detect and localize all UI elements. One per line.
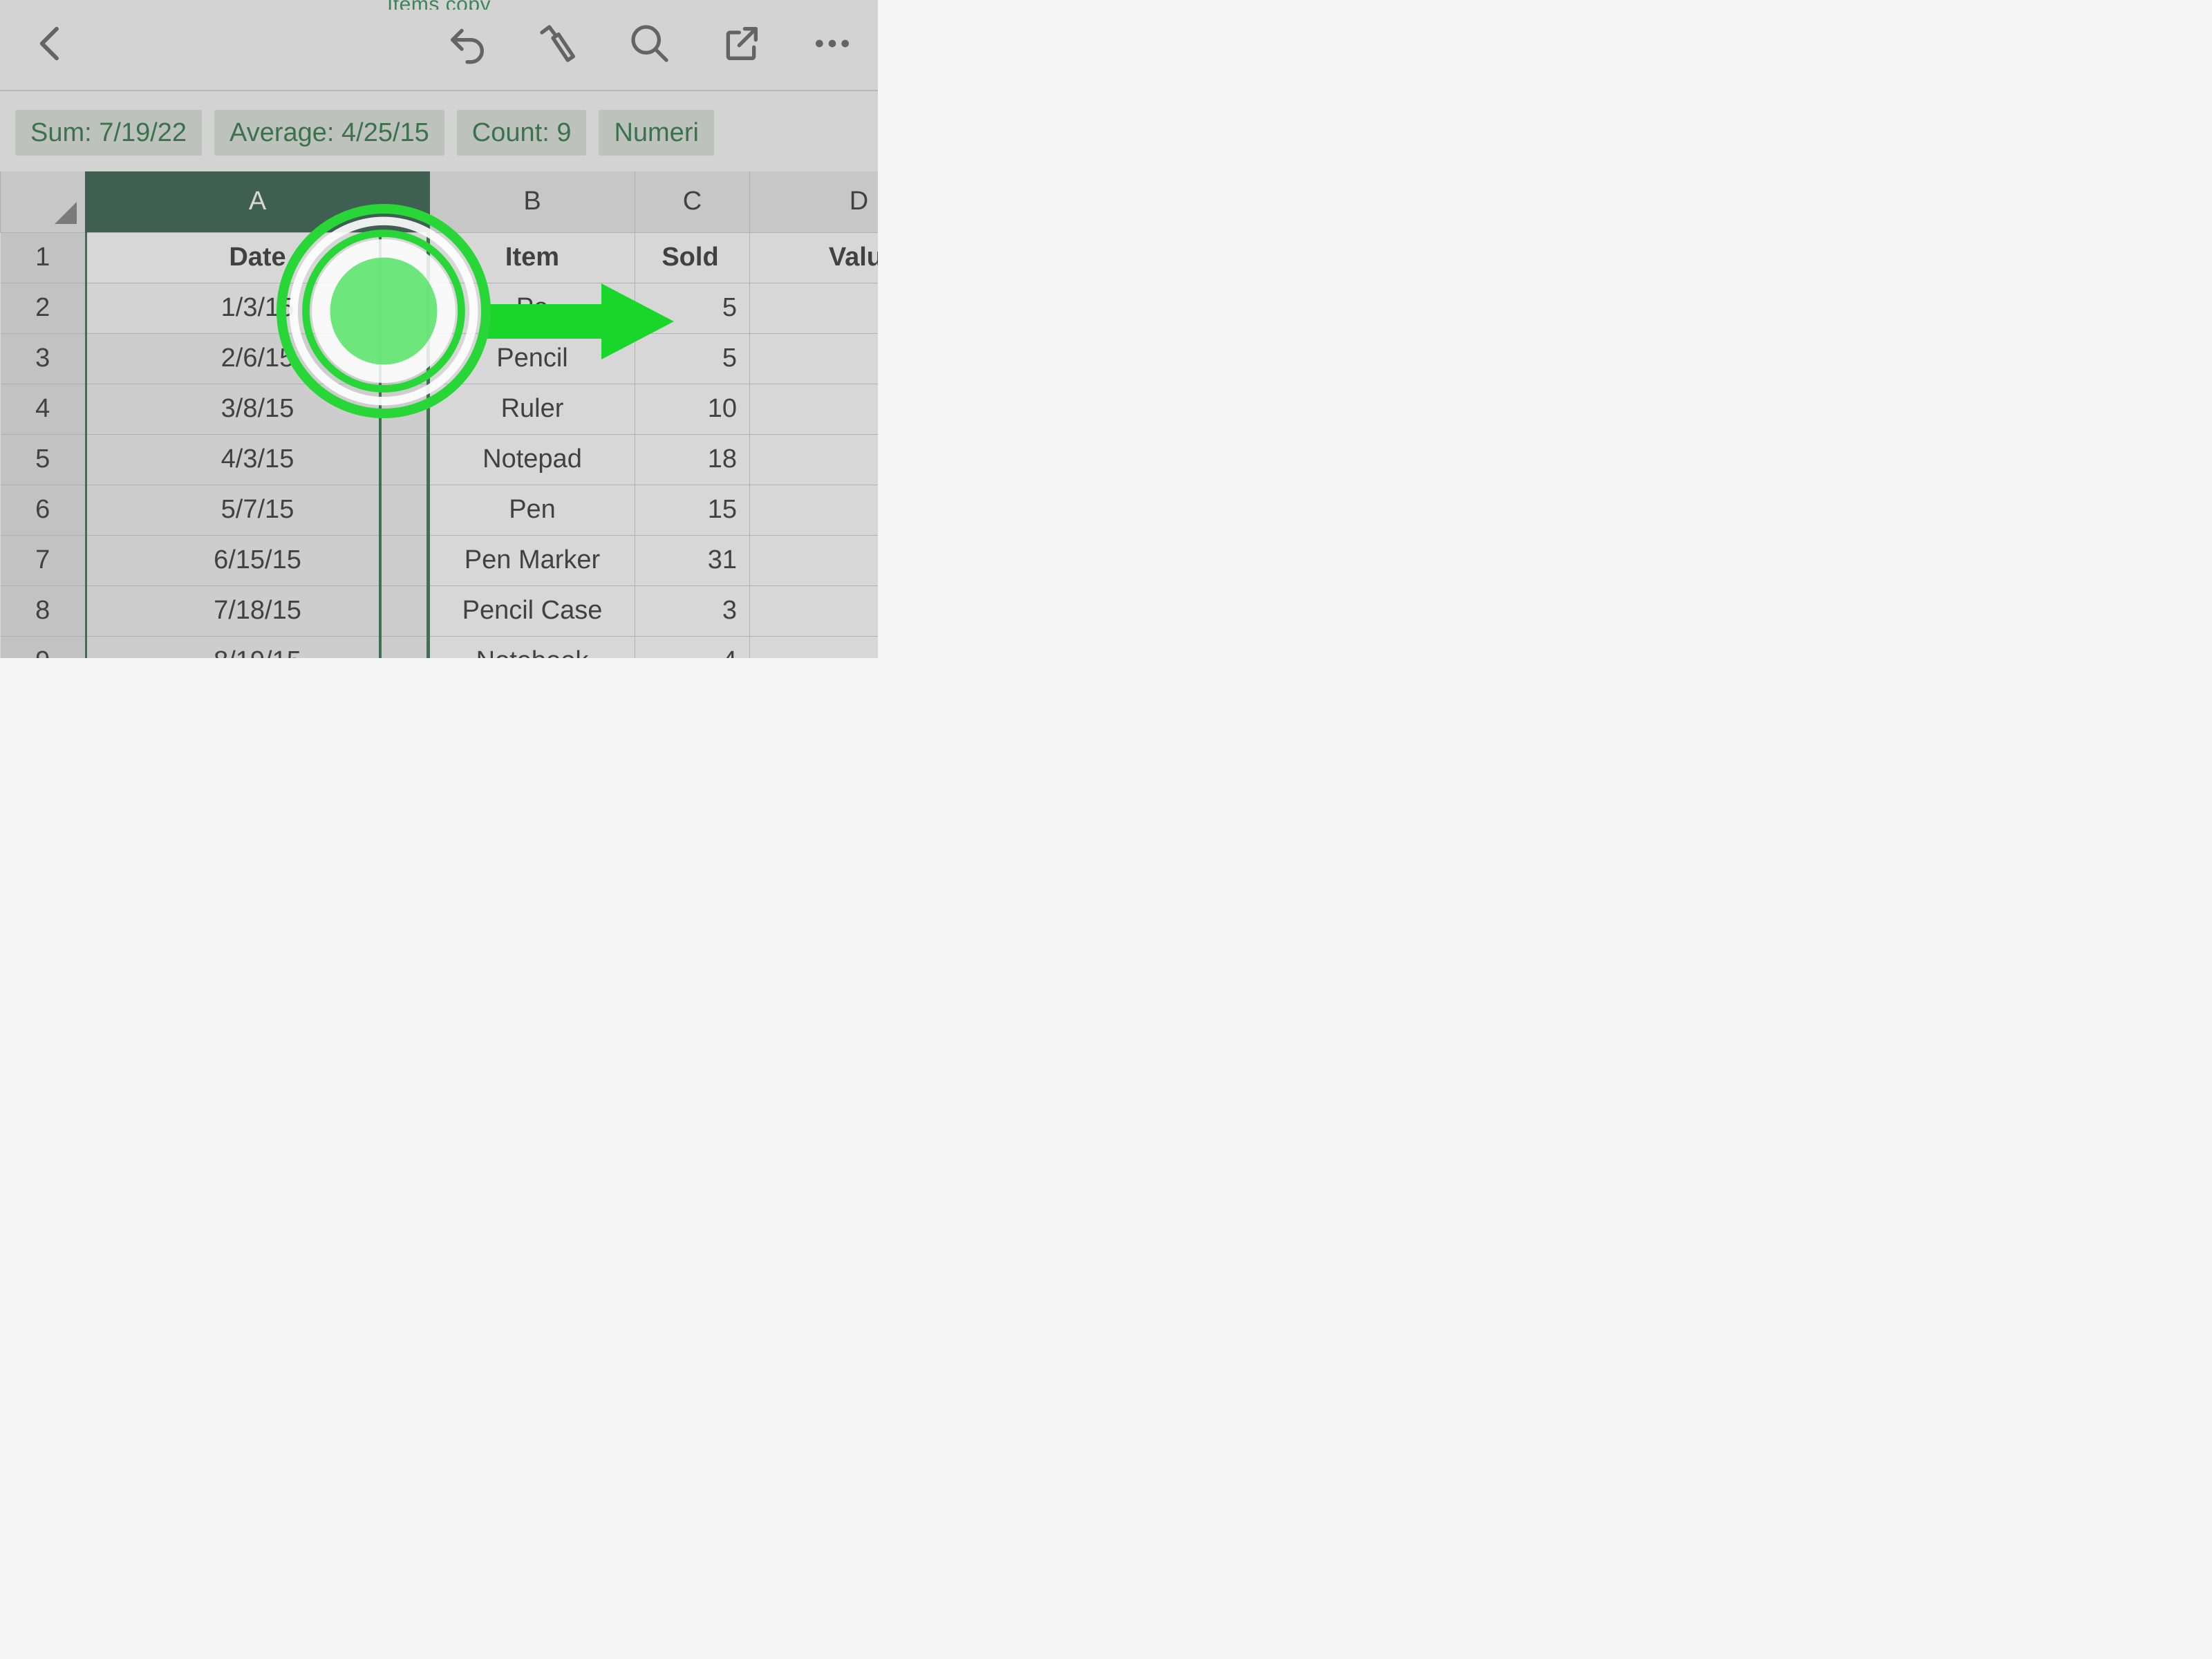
cell[interactable]: Notebook (429, 636, 635, 658)
cell[interactable]: 1 (750, 333, 879, 384)
table-row: 6 5/7/15 Pen 15 3 (1, 485, 879, 535)
cell[interactable]: 3 (750, 485, 879, 535)
cell[interactable]: 1 (750, 384, 879, 434)
row-header[interactable]: 8 (1, 585, 86, 636)
cell[interactable] (750, 636, 879, 658)
cell[interactable]: 1 (750, 283, 879, 333)
cell[interactable]: 10 (635, 384, 750, 434)
cell[interactable]: Pencil (429, 333, 635, 384)
cell[interactable]: 6/15/15 (86, 535, 429, 585)
stat-numeric[interactable]: Numeri (599, 110, 713, 156)
column-header-c[interactable]: C (635, 171, 750, 232)
share-icon[interactable] (719, 21, 763, 69)
cell[interactable]: 2 (750, 434, 879, 485)
row-header[interactable]: 1 (1, 232, 86, 283)
cell[interactable]: Pe (429, 283, 635, 333)
cell[interactable]: 5 (635, 283, 750, 333)
edit-pen-icon[interactable] (536, 21, 581, 69)
cell[interactable]: 2/6/15 (86, 333, 429, 384)
cell[interactable]: Item (429, 232, 635, 283)
table-row: 8 7/18/15 Pencil Case 3 1 (1, 585, 879, 636)
stats-bar: Sum: 7/19/22 Average: 4/25/15 Count: 9 N… (0, 99, 878, 167)
cell[interactable]: 5 (635, 333, 750, 384)
table-row: 5 4/3/15 Notepad 18 2 (1, 434, 879, 485)
row-header[interactable]: 2 (1, 283, 86, 333)
row-header[interactable]: 7 (1, 535, 86, 585)
row-header[interactable]: 4 (1, 384, 86, 434)
cell[interactable]: Pen (429, 485, 635, 535)
row-header[interactable]: 9 (1, 636, 86, 658)
back-icon[interactable] (29, 21, 73, 69)
column-header-a[interactable]: A (86, 171, 429, 232)
cell[interactable]: 18 (635, 434, 750, 485)
cell[interactable]: 1 (750, 585, 879, 636)
cell[interactable]: 6 (750, 535, 879, 585)
row-header[interactable]: 6 (1, 485, 86, 535)
cell[interactable]: 8/19/15 (86, 636, 429, 658)
column-header-d[interactable]: D (750, 171, 879, 232)
search-icon[interactable] (628, 21, 672, 69)
cell[interactable]: 3 (635, 585, 750, 636)
table-row: 9 8/19/15 Notebook 4 (1, 636, 879, 658)
cell[interactable]: 5/7/15 (86, 485, 429, 535)
app-window: Items copy (0, 0, 878, 658)
cell[interactable]: Sold (635, 232, 750, 283)
row-header[interactable]: 3 (1, 333, 86, 384)
row-header[interactable]: 5 (1, 434, 86, 485)
cell[interactable]: Date (86, 232, 429, 283)
more-icon[interactable] (810, 21, 854, 69)
undo-icon[interactable] (445, 21, 489, 69)
cell[interactable]: Pencil Case (429, 585, 635, 636)
cell[interactable]: 7/18/15 (86, 585, 429, 636)
cell[interactable]: 4 (635, 636, 750, 658)
cell[interactable]: 31 (635, 535, 750, 585)
table-row: 4 3/8/15 Ruler 10 1 (1, 384, 879, 434)
column-resize-guide (427, 232, 428, 658)
column-resize-handle[interactable] (379, 232, 382, 658)
table-row: 3 2/6/15 Pencil 5 1 (1, 333, 879, 384)
toolbar (0, 0, 878, 91)
cell[interactable]: Notepad (429, 434, 635, 485)
select-all-corner[interactable] (1, 171, 86, 232)
stat-average[interactable]: Average: 4/25/15 (214, 110, 444, 156)
stat-count[interactable]: Count: 9 (457, 110, 587, 156)
table-row: 7 6/15/15 Pen Marker 31 6 (1, 535, 879, 585)
cell[interactable]: 3/8/15 (86, 384, 429, 434)
column-header-b[interactable]: B (429, 171, 635, 232)
cell[interactable]: Value (750, 232, 879, 283)
spreadsheet-grid[interactable]: A B C D 1 Date Item Sold Value 2 1/3/15 (0, 171, 878, 658)
cell[interactable]: 1/3/15 (86, 283, 429, 333)
stat-sum[interactable]: Sum: 7/19/22 (15, 110, 202, 156)
cell[interactable]: Pen Marker (429, 535, 635, 585)
cell[interactable]: Ruler (429, 384, 635, 434)
table-row: 2 1/3/15 Pe 5 1 (1, 283, 879, 333)
cell[interactable]: 15 (635, 485, 750, 535)
cell[interactable]: 4/3/15 (86, 434, 429, 485)
table-row: 1 Date Item Sold Value (1, 232, 879, 283)
